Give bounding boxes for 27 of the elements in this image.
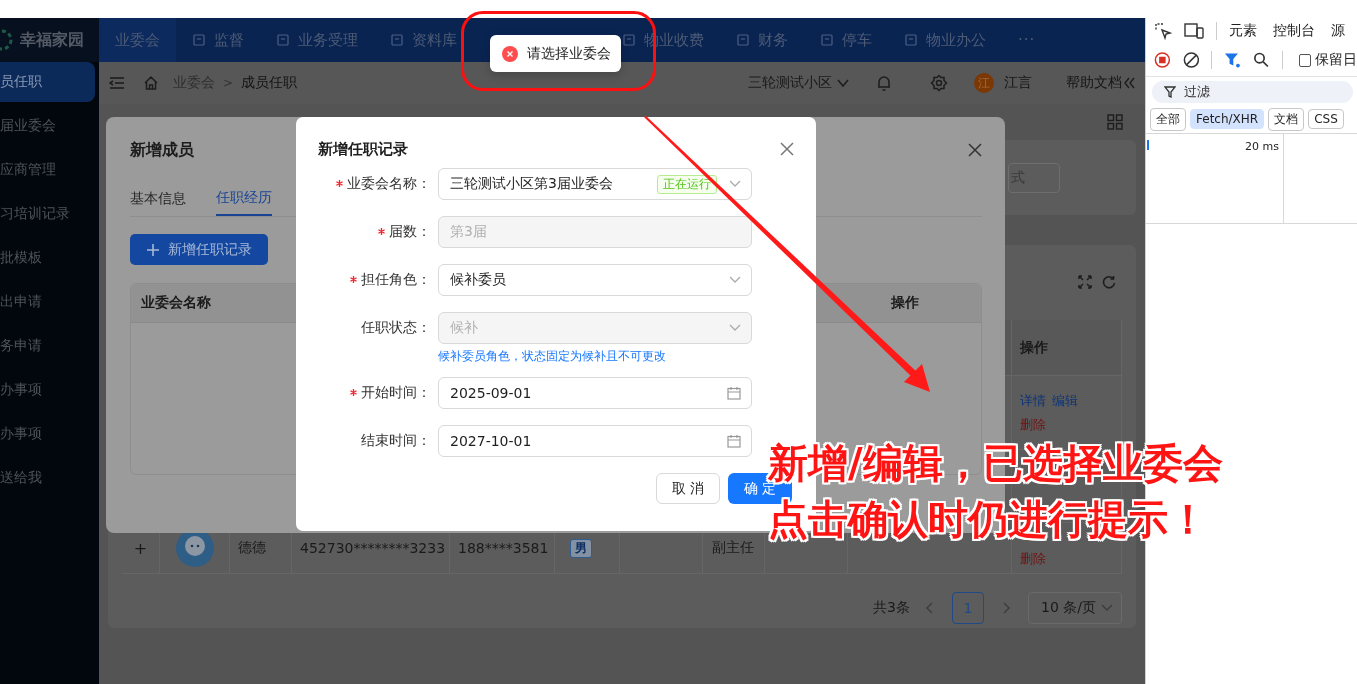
preserve-log-label: 保留日	[1315, 51, 1357, 69]
table-cell: 副主任	[712, 539, 754, 557]
user-name: 江言	[1004, 74, 1032, 92]
field-label: 任职状态：	[361, 319, 431, 337]
app-name: 幸福家园	[20, 29, 84, 51]
column-header: 业委会名称	[141, 294, 211, 312]
field-label: 结束时间：	[361, 432, 431, 450]
field-label: 届数：	[389, 223, 431, 241]
field-label: 业委会名称：	[347, 175, 431, 193]
field-hint: 候补委员角色，状态固定为候补且不可更改	[438, 348, 667, 365]
gender-tag: 男	[570, 538, 592, 558]
table-cell: 188****3581	[458, 540, 549, 556]
dialog-title: 新增任职记录	[318, 139, 408, 159]
table-cell: 452730********3233	[300, 540, 446, 556]
field-label: 开始时间：	[361, 384, 431, 402]
total-count: 共3条	[873, 599, 910, 617]
dialog-title: 新增成员	[130, 139, 194, 161]
filter-placeholder: 过滤	[1184, 83, 1210, 101]
field-label: 担任角色：	[361, 271, 431, 289]
status-tag: 正在运行	[657, 174, 717, 194]
column-header: 操作	[891, 294, 919, 312]
timeline-tick: 20 ms	[1245, 140, 1279, 153]
toast-message: 请选择业委会	[527, 44, 611, 63]
table-cell: 德德	[238, 539, 266, 557]
breadcrumb-separator: >	[223, 76, 234, 90]
breadcrumb-current: 成员任职	[241, 74, 298, 92]
column-header: 操作	[1020, 338, 1048, 357]
